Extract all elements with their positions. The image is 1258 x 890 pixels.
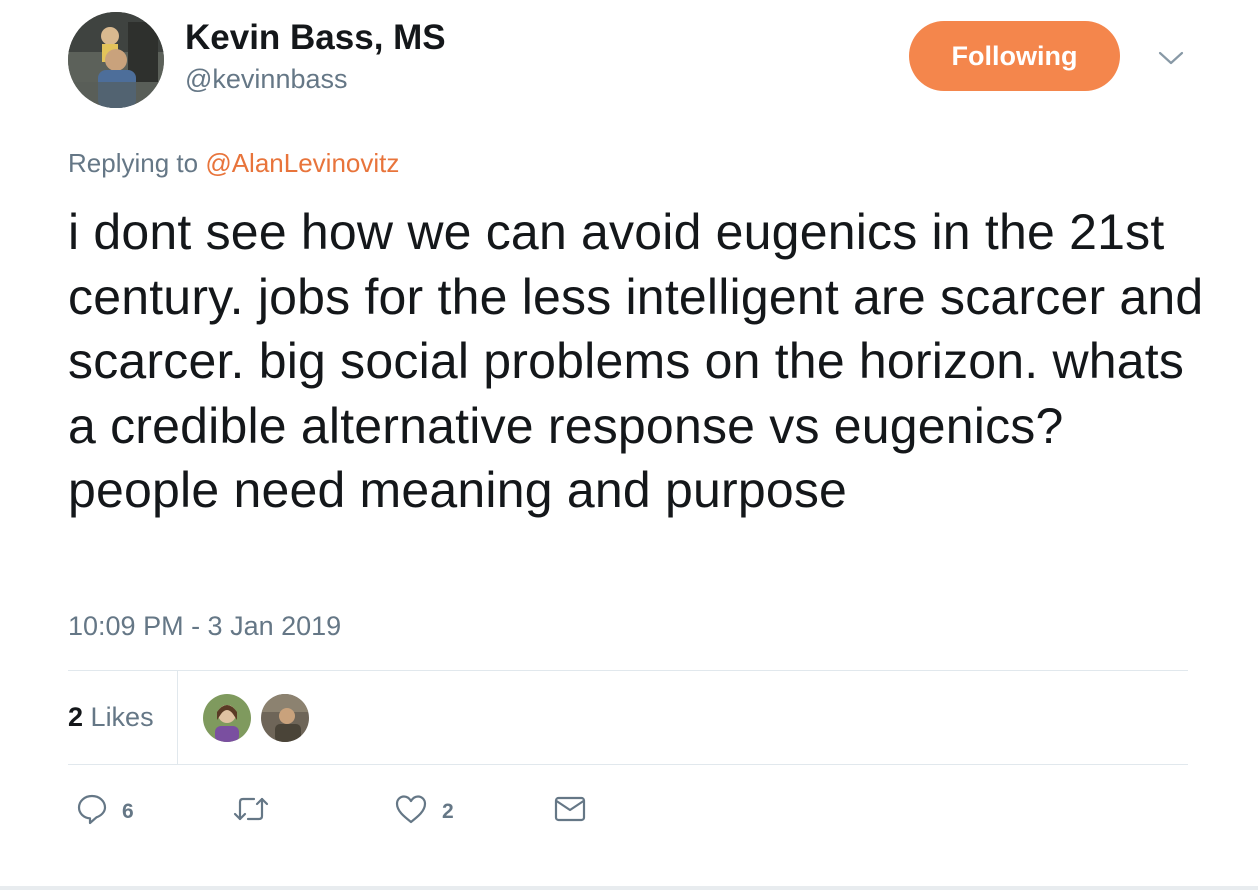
retweet-action[interactable] xyxy=(232,793,284,830)
heart-icon xyxy=(394,793,428,830)
reply-mention-link[interactable]: @AlanLevinovitz xyxy=(205,148,399,178)
liker-avatar[interactable] xyxy=(203,694,251,742)
likes-count: 2 xyxy=(68,702,84,732)
reply-action[interactable]: 6 xyxy=(76,793,134,830)
tweet-text: i dont see how we can avoid eugenics in … xyxy=(68,204,1204,518)
divider xyxy=(68,764,1188,765)
stats-divider xyxy=(177,671,178,764)
tweet-timestamp[interactable]: 10:09 PM - 3 Jan 2019 xyxy=(68,611,341,642)
bottom-border xyxy=(0,886,1258,890)
reply-icon xyxy=(76,793,108,830)
replying-to-label: Replying to xyxy=(68,148,199,178)
likes-label: Likes xyxy=(90,702,154,732)
liker-avatar[interactable] xyxy=(261,694,309,742)
following-button[interactable]: Following xyxy=(909,21,1120,91)
divider xyxy=(68,670,1188,671)
retweet-icon xyxy=(232,793,270,830)
likes-stat[interactable]: 2 Likes xyxy=(68,702,154,733)
like-action[interactable]: 2 xyxy=(394,793,454,830)
author-avatar[interactable] xyxy=(68,12,164,108)
direct-message-action[interactable] xyxy=(553,793,587,830)
tweet-card: Kevin Bass, MS @kevinnbass Following Rep… xyxy=(0,0,1258,890)
like-count: 2 xyxy=(442,799,454,823)
reply-count: 6 xyxy=(122,799,134,823)
author-handle[interactable]: @kevinnbass xyxy=(185,64,348,95)
chevron-down-icon[interactable] xyxy=(1156,46,1186,70)
replying-to-line: Replying to @AlanLevinovitz xyxy=(68,148,399,179)
author-name[interactable]: Kevin Bass, MS xyxy=(185,18,446,58)
envelope-icon xyxy=(553,793,587,830)
